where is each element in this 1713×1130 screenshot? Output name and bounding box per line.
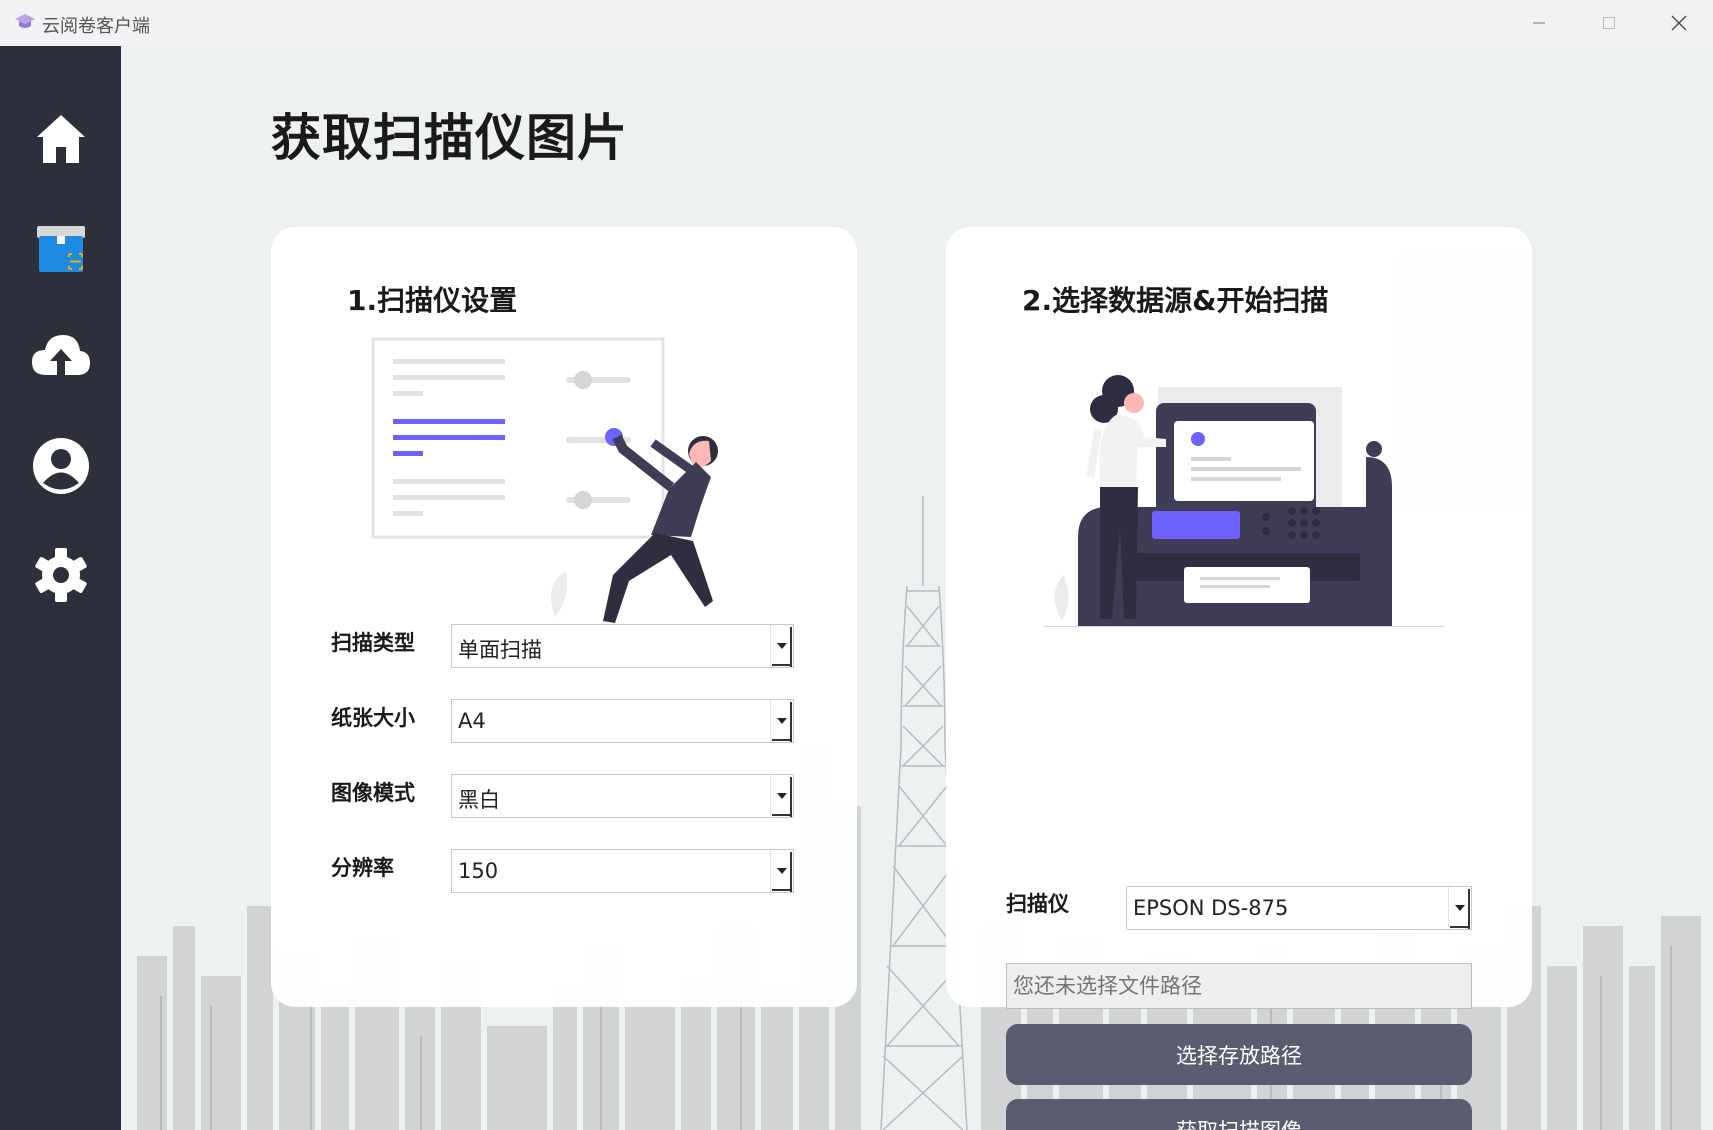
resolution-select[interactable]: 150 — [451, 849, 794, 893]
scan-type-select[interactable]: 单面扫描 — [451, 624, 794, 668]
sidebar-item-settings[interactable] — [0, 530, 121, 620]
user-icon — [32, 438, 89, 494]
app-logo-icon — [15, 14, 35, 28]
minimize-icon — [1533, 22, 1545, 24]
select-border — [790, 627, 792, 667]
get-scan-image-button[interactable]: 获取扫描图像 — [1006, 1099, 1472, 1130]
resolution-value: 150 — [458, 859, 499, 883]
scanner-label: 扫描仪 — [1006, 892, 1069, 916]
paper-size-value: A4 — [458, 709, 486, 733]
select-border — [790, 702, 792, 742]
resolution-label: 分辨率 — [331, 856, 394, 880]
app-window: 云阅卷客户端 获取扫描仪图片 1.扫描仪设置 扫描类型 单面扫描 纸张大小 A4… — [0, 0, 1713, 1130]
scanner-illustration — [1044, 375, 1444, 627]
select-border — [772, 739, 792, 741]
window-title: 云阅卷客户端 — [42, 16, 150, 37]
scanner-settings-card: 1.扫描仪设置 扫描类型 单面扫描 纸张大小 A4 图像模式 黑白 分辨率 15… — [271, 227, 857, 1007]
paper-size-select[interactable]: A4 — [451, 699, 794, 743]
settings-illustration — [371, 337, 731, 627]
image-mode-label: 图像模式 — [331, 781, 415, 805]
close-icon — [1671, 15, 1687, 31]
maximize-button[interactable] — [1574, 0, 1644, 46]
image-mode-value: 黑白 — [458, 788, 500, 812]
choose-path-button[interactable]: 选择存放路径 — [1006, 1024, 1472, 1085]
cloud-upload-icon — [31, 335, 90, 375]
gear-icon — [34, 548, 87, 602]
select-border — [772, 664, 792, 666]
scan-type-label: 扫描类型 — [331, 631, 415, 655]
select-border — [772, 814, 792, 816]
close-button[interactable] — [1644, 0, 1713, 46]
scan-source-card: 2.选择数据源&开始扫描 扫描仪 EPSON DS-875 您还未选择文件路径 … — [946, 227, 1532, 1130]
maximize-icon — [1603, 17, 1615, 29]
scan-box-icon — [36, 226, 85, 272]
scan-source-title: 2.选择数据源&开始扫描 — [1022, 284, 1329, 317]
scanner-value: EPSON DS-875 — [1133, 896, 1289, 920]
select-border — [1468, 889, 1470, 929]
page-title: 获取扫描仪图片 — [271, 109, 628, 167]
select-border — [1450, 926, 1470, 928]
sidebar — [0, 46, 121, 1130]
sidebar-item-account[interactable] — [0, 421, 121, 511]
select-border — [772, 889, 792, 891]
scan-type-value: 单面扫描 — [458, 638, 542, 662]
title-bar: 云阅卷客户端 — [0, 0, 1713, 47]
sidebar-item-scan[interactable] — [0, 203, 121, 293]
home-icon — [36, 115, 85, 163]
sidebar-item-upload[interactable] — [0, 312, 121, 402]
select-border — [790, 777, 792, 817]
file-path-input[interactable] — [1006, 963, 1472, 1009]
select-border — [790, 852, 792, 892]
scanner-settings-title: 1.扫描仪设置 — [347, 284, 518, 317]
main-content: 获取扫描仪图片 1.扫描仪设置 扫描类型 单面扫描 纸张大小 A4 图像模式 黑… — [121, 46, 1713, 1130]
sidebar-item-home[interactable] — [0, 94, 121, 184]
minimize-button[interactable] — [1504, 0, 1574, 46]
image-mode-select[interactable]: 黑白 — [451, 774, 794, 818]
scanner-select[interactable]: EPSON DS-875 — [1126, 886, 1472, 930]
paper-size-label: 纸张大小 — [331, 706, 415, 730]
